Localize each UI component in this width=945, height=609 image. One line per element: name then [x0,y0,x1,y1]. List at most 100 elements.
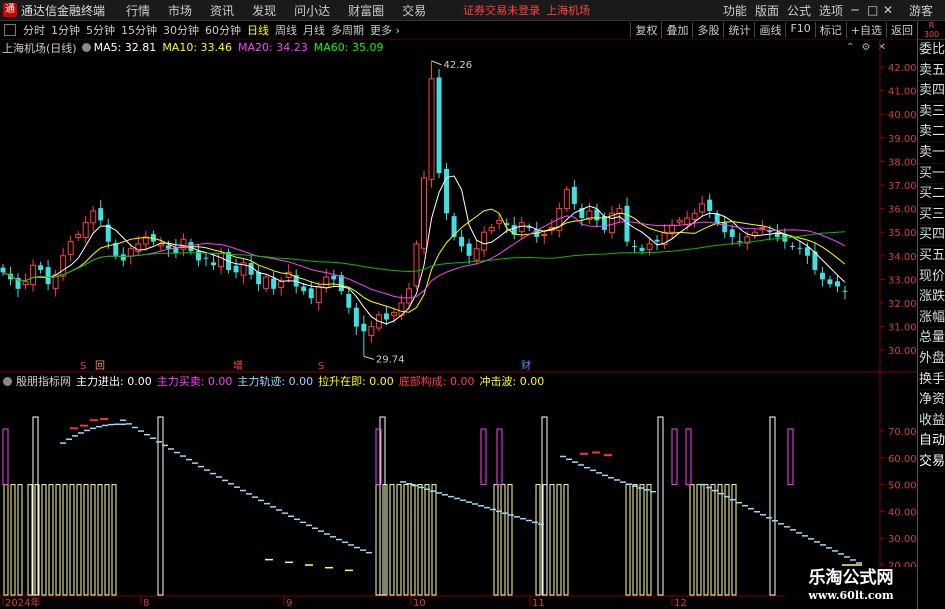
candle-body [346,294,352,308]
quote-tab-10[interactable]: 买五 [918,246,945,267]
candle-body [361,323,367,332]
main-buy-bar [685,428,692,486]
candle-body [60,255,67,277]
main-force-bar [157,416,164,596]
low-label: 29.74 [376,354,405,365]
quote-tab-11[interactable]: 现价 [918,267,945,288]
candle-body [353,307,359,327]
signal-bar [76,484,82,596]
quote-tab-9[interactable]: 买四 [918,225,945,246]
quote-tab-8[interactable]: 买三 [918,205,945,226]
signal-bar [104,484,110,596]
signal-bar [731,484,737,596]
candle-body [248,262,254,275]
signal-bar [507,484,513,596]
price-tick-label: 33.00 [888,275,917,286]
quote-tab-16[interactable]: 换手 [918,370,945,391]
signal-bar [410,484,416,596]
candle-body [639,247,645,252]
xaxis-label: 11 [532,598,545,609]
signal-bar [403,484,409,596]
quote-tab-4[interactable]: 卖二 [918,122,945,143]
site-watermark: 乐淘公式网 www.60lt.com [785,567,917,609]
candle-body [413,243,420,287]
quote-tab-13[interactable]: 涨幅 [918,308,945,329]
quote-tab-17[interactable]: 净资 [918,390,945,411]
candle-body [165,245,171,249]
candle-body [368,326,375,337]
signal-bar [3,484,9,596]
quote-tab-2[interactable]: 卖四 [918,81,945,102]
candle-body [669,224,676,233]
quote-tab-14[interactable]: 总量 [918,328,945,349]
ind-tick-label: 40.00 [888,507,917,518]
quote-tab-20[interactable]: 交易 [918,452,945,473]
right-quote-panel: R 300 委比 卖五 卖四 卖三 卖二 卖一 买一 买二 买三 买四 买五 现价 涨跌 涨幅 总量 外盘 换手净… [917,21,945,609]
xaxis-label: 12 [674,598,687,609]
quote-tab-1[interactable]: 卖五 [918,61,945,82]
candle-body [315,285,322,304]
quote-tab-12[interactable]: 涨跌 [918,287,945,308]
candle-body [691,212,698,220]
signal-bar [549,484,555,596]
candle-body [759,226,766,229]
quote-tab-18[interactable]: 收益 [918,411,945,432]
event-marker-4[interactable]: 财 [521,359,531,372]
panel-top-label: R 300 [918,21,945,40]
candle-body [203,257,209,259]
candle-body [518,222,525,233]
main-buy-bar [2,428,9,486]
signal-bar [556,484,562,596]
candle-body [488,226,495,232]
xaxis-label: 2024年 [5,596,40,609]
event-marker-1[interactable]: 回 [95,360,105,372]
candle-body [571,186,577,204]
price-tick-label: 34.00 [888,252,917,263]
quote-tab-3[interactable]: 卖三 [918,102,945,123]
candle-body [842,290,848,292]
candle-body [263,276,270,289]
signal-bar [41,484,47,596]
price-tick-label: 31.00 [888,323,917,334]
candle-body [75,234,82,238]
xaxis-label: 10 [413,598,426,609]
quote-tab-19[interactable]: 自动 [918,431,945,452]
candle-body [646,243,653,251]
main-force-bar [657,416,664,596]
candle-body [120,254,126,261]
event-marker-0[interactable]: S [80,361,86,372]
quote-tab-6[interactable]: 买一 [918,164,945,185]
quote-tab-15[interactable]: 外盘 [918,349,945,370]
candle-body [496,219,503,224]
main-buy-bar [787,428,794,486]
candle-body [827,279,833,285]
ind-tick-label: 30.00 [888,534,917,545]
candle-body [797,247,803,249]
candle-body [82,222,89,238]
price-tick-label: 35.00 [888,228,917,239]
candle-body [481,231,488,251]
candle-body [804,247,810,256]
event-marker-3[interactable]: S [318,361,324,372]
quote-tab-0[interactable]: 委比 [918,40,945,61]
candle-body [541,234,548,237]
signal-bar [646,484,652,596]
candle-body [737,241,743,243]
candle-body [789,245,795,247]
signal-bar [493,484,499,596]
candle-body [428,78,435,180]
candle-body [308,288,314,299]
quote-tab-7[interactable]: 买二 [918,184,945,205]
xaxis-label: 8 [143,598,149,609]
candle-body [654,239,660,242]
chart-canvas[interactable]: 42.00 41.00 40.00 39.00 38.00 37.00 36.00 35.00… [0,0,917,609]
quote-tab-5[interactable]: 卖一 [918,143,945,164]
candle-body [751,231,758,237]
event-marker-2[interactable]: 增 [233,359,243,372]
candle-body [421,177,427,249]
price-tick-label: 30.00 [888,346,917,357]
candle-body [67,241,74,255]
watermark-title: 乐淘公式网 [808,568,894,588]
signal-bar [717,484,723,596]
signal-bar [724,484,730,596]
